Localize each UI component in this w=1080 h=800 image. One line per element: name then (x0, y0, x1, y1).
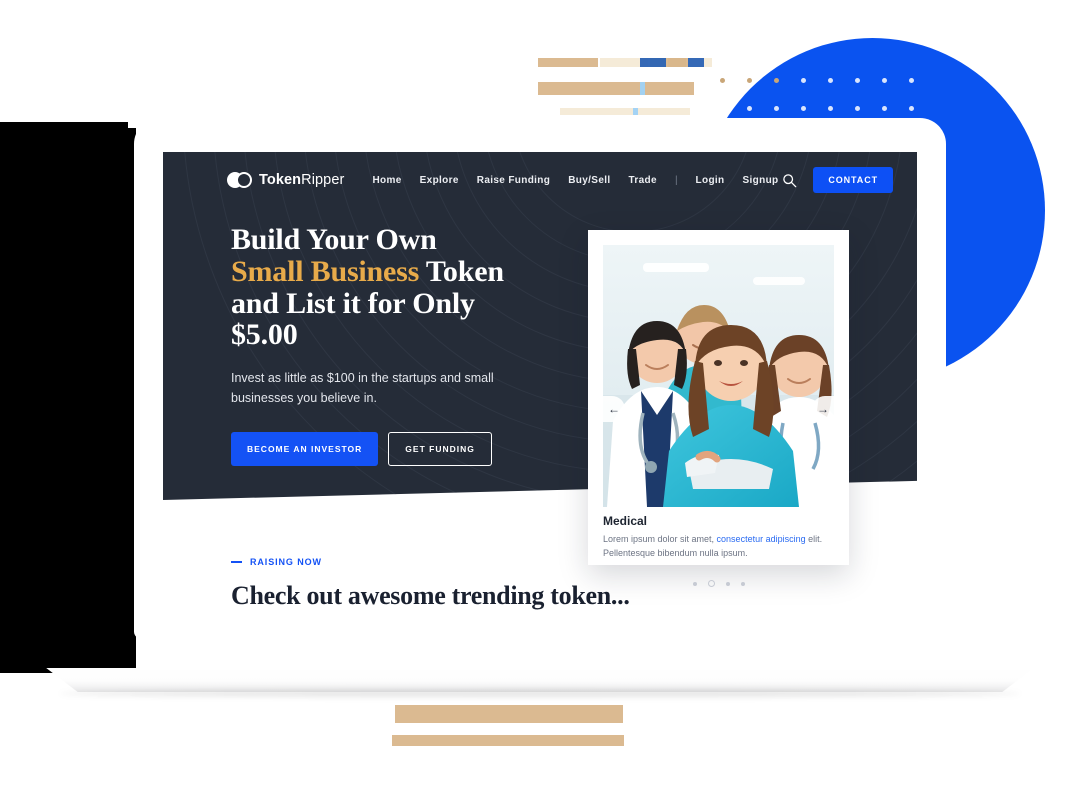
grid-dot (909, 106, 914, 111)
grid-dot (828, 106, 833, 111)
laptop-base (46, 668, 1034, 692)
nav-separator: | (674, 174, 678, 186)
placeholder-bar-bottom (395, 705, 623, 723)
card-desc-link[interactable]: consectetur adipiscing (717, 534, 806, 544)
raising-now-eyebrow: RAISING NOW (231, 557, 630, 567)
two-overlapping-circles-icon (227, 172, 252, 188)
carousel-dots (588, 580, 849, 588)
navbar-right: CONTACT (782, 167, 893, 193)
grid-dot (855, 78, 860, 83)
grid-dot (801, 78, 806, 83)
carousel-dot-2[interactable] (707, 580, 715, 588)
navbar: TokenRipper Home Explore Raise Funding Buy/… (163, 152, 917, 208)
grid-dot (882, 106, 887, 111)
placeholder-bar (640, 82, 645, 95)
laptop-shadow (60, 690, 1020, 697)
carousel-dot-1[interactable] (692, 582, 697, 586)
hero-title-highlight: Small Business (231, 254, 420, 288)
carousel-next-button[interactable]: → (812, 396, 834, 422)
placeholder-bar (633, 108, 638, 115)
placeholder-bar (560, 108, 690, 115)
hero-title-line-2-rest: Token (419, 254, 504, 288)
raising-now-heading: Check out awesome trending token... (231, 581, 630, 610)
card-desc-before: Lorem ipsum dolor sit amet, (603, 534, 717, 544)
raising-now-label: RAISING NOW (250, 557, 322, 567)
black-edge-artifact-top (0, 122, 128, 134)
placeholder-bar (640, 58, 666, 67)
grid-dot (747, 106, 752, 111)
hero-button-group: BECOME AN INVESTOR GET FUNDING (231, 431, 571, 466)
placeholder-bar (538, 58, 598, 67)
get-funding-button[interactable]: GET FUNDING (388, 431, 492, 466)
contact-button[interactable]: CONTACT (813, 167, 893, 193)
nav-link-signup[interactable]: Signup (743, 175, 779, 186)
brand-name-bold: Token (259, 172, 302, 188)
become-an-investor-button[interactable]: BECOME AN INVESTOR (231, 431, 379, 466)
black-edge-artifact (0, 128, 136, 673)
carousel-dot-3[interactable] (725, 582, 730, 586)
hero-title-line-4: $5.00 (231, 318, 298, 352)
grid-dot (774, 78, 779, 83)
grid-dot (855, 106, 860, 111)
grid-dot (882, 78, 887, 83)
nav-link-buy-sell[interactable]: Buy/Sell (568, 175, 610, 186)
grid-dot (747, 78, 752, 83)
featured-token-card[interactable]: ← → Medical Lorem ipsum dolor sit amet, … (588, 230, 849, 588)
nav-link-home[interactable]: Home (372, 175, 401, 186)
raising-now-section: RAISING NOW Check out awesome trending t… (231, 557, 630, 611)
brand-name: TokenRipper (259, 172, 344, 188)
screenshot-canvas: TokenRipper Home Explore Raise Funding Buy/… (0, 0, 1080, 800)
brand-name-light: Ripper (301, 172, 345, 188)
hero-subtitle: Invest as little as $100 in the startups… (231, 371, 494, 406)
grid-dot (801, 106, 806, 111)
grid-dot (720, 78, 725, 83)
hero-title-line-3: and List it for Only (231, 286, 475, 320)
placeholder-bar (688, 58, 704, 67)
nav-link-trade[interactable]: Trade (629, 175, 657, 186)
hero-title: Build Your Own Small Business Token and … (231, 224, 571, 351)
laptop-screen: TokenRipper Home Explore Raise Funding Buy/… (163, 152, 917, 623)
dot-grid-decoration (720, 78, 930, 116)
nav-link-login[interactable]: Login (696, 175, 725, 186)
placeholder-bar (538, 82, 694, 95)
hero-title-line-1: Build Your Own (231, 223, 437, 256)
grid-dot (774, 106, 779, 111)
grid-dot (909, 78, 914, 83)
card-title: Medical (603, 514, 648, 528)
placeholder-bar (668, 58, 686, 67)
grid-dot (720, 106, 725, 111)
nav-link-explore[interactable]: Explore (420, 175, 459, 186)
card-description: Lorem ipsum dolor sit amet, consectetur … (603, 533, 835, 561)
hero-copy: Build Your Own Small Business Token and … (231, 224, 571, 466)
medical-team-photo (603, 245, 834, 507)
nav-links: Home Explore Raise Funding Buy/Sell Trade | Lo… (372, 175, 778, 186)
nav-link-raise-funding[interactable]: Raise Funding (477, 175, 550, 186)
grid-dot (828, 78, 833, 83)
search-icon[interactable] (782, 173, 797, 188)
dash-icon (231, 561, 242, 563)
carousel-dot-4[interactable] (740, 582, 745, 586)
brand-logo[interactable]: TokenRipper (227, 172, 344, 188)
placeholder-bar-bottom (392, 735, 624, 746)
